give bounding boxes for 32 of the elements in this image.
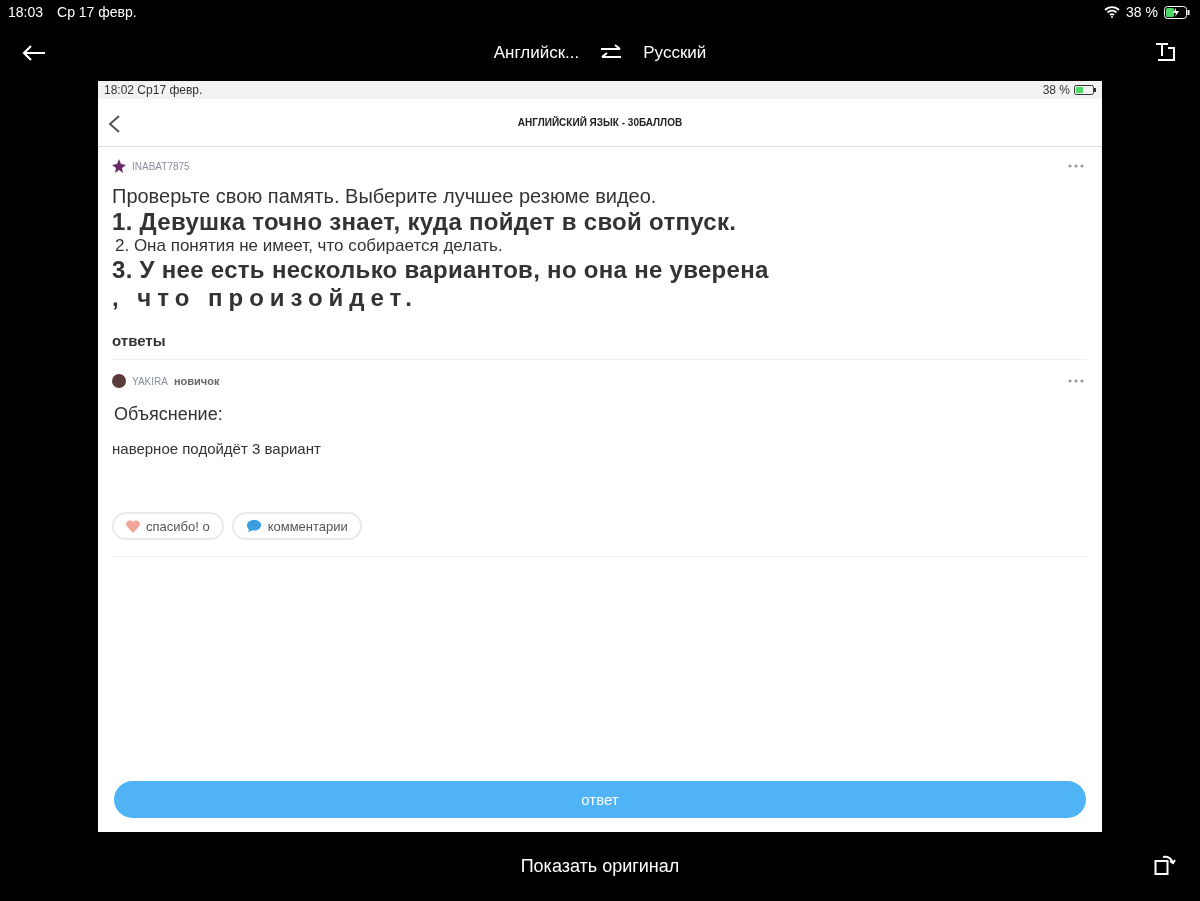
avatar [112, 374, 126, 388]
answers-label: ответы [112, 332, 1086, 360]
answer-text: наверное подойдёт 3 вариант [112, 439, 322, 459]
page-title: АНГЛИЙСКИЙ ЯЗЫК - 30БАЛЛОВ [517, 117, 683, 128]
text-icon[interactable] [1154, 42, 1176, 62]
back-chevron-icon[interactable] [108, 115, 120, 133]
question-text: 1. Девушка точно знает, куда пойдет в свой отпуск. [112, 208, 738, 236]
status-time: 18:02 Ср17 февр. [104, 83, 203, 97]
question-text: 3. У нее есть несколько вариантов, но она не уверена [112, 256, 770, 284]
question-text: 2. Она понятия не имеет, что собирается делать. [114, 236, 504, 256]
more-icon[interactable] [1068, 379, 1084, 383]
more-icon[interactable] [1068, 164, 1084, 168]
target-language[interactable]: Русский [643, 42, 707, 63]
answer-heading: Объяснение: [113, 403, 224, 426]
wifi-icon [1104, 6, 1121, 18]
battery-icon [1074, 85, 1096, 95]
comments-button[interactable]: комментарии [231, 512, 362, 540]
battery-percent: 38 % [1042, 83, 1070, 97]
back-arrow-icon[interactable] [22, 44, 46, 62]
source-language[interactable]: Английск... [493, 42, 580, 63]
question-text: Проверьте свою память. Выберите лучшее резюме видео. [112, 185, 658, 208]
thanks-button[interactable]: спасибо! о [112, 512, 224, 540]
star-avatar-icon [112, 159, 126, 173]
heart-icon [126, 519, 140, 533]
battery-icon [1164, 5, 1190, 19]
speech-bubble-icon [245, 519, 262, 533]
author-rank: новичок [173, 375, 220, 387]
question-text: , что произойдет. [112, 284, 419, 312]
show-original-link[interactable]: Показать оригинал [520, 856, 680, 877]
battery-percent: 38 % [1126, 4, 1158, 20]
status-time: 18:03 [8, 4, 44, 20]
status-date: Ср 17 февр. [57, 4, 137, 20]
